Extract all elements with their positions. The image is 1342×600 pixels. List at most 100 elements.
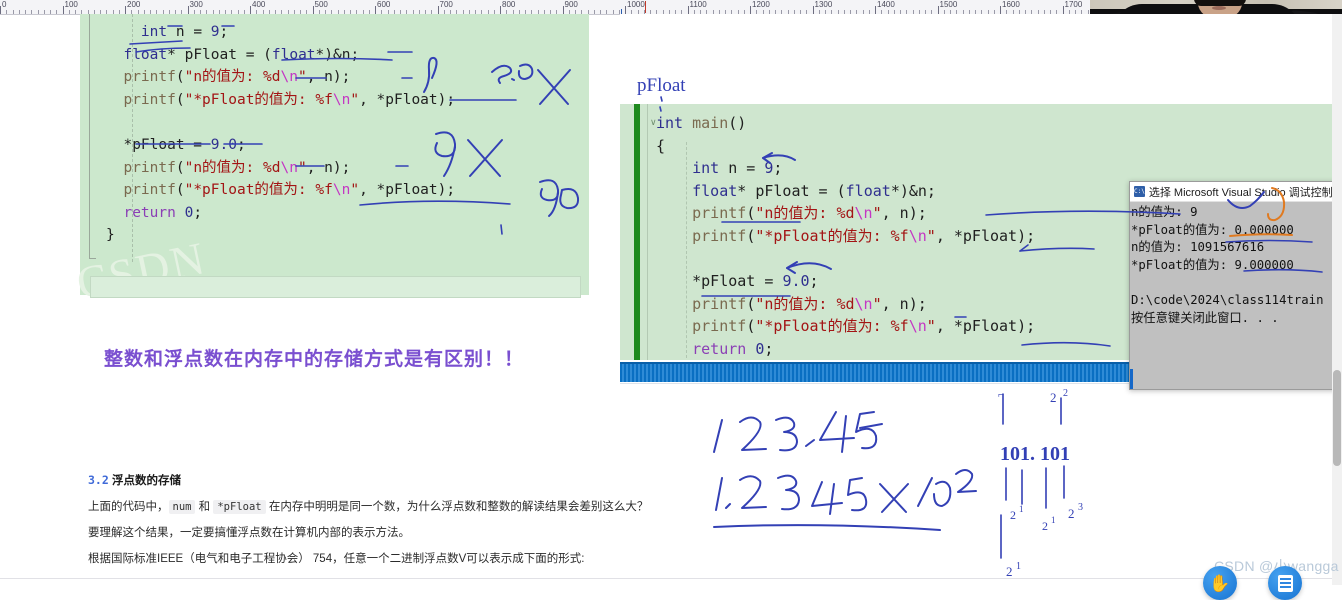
- code-line: int n = 9;: [106, 21, 228, 44]
- inline-code: num: [168, 500, 196, 514]
- ruler-label: 1100: [689, 0, 707, 9]
- code-token: , n);: [306, 159, 351, 176]
- ruler-minor-tick: [6, 10, 8, 14]
- debug-console-window[interactable]: C:\ 选择 Microsoft Visual Studio 调试控制台 n的值…: [1129, 181, 1342, 390]
- code-token: (: [175, 91, 185, 108]
- document-section: 3.2 浮点数的存储 上面的代码中， num 和 *pFloat 在内存中明明是同…: [88, 472, 728, 578]
- document-tool-icon[interactable]: [1268, 566, 1302, 600]
- ruler-label: 800: [502, 0, 516, 9]
- ruler-major-tick: [187, 6, 189, 14]
- document-paragraph: 要理解这个结果，一定要搞懂浮点数在计算机内部的表示方法。: [88, 526, 728, 540]
- ruler-minor-tick: [50, 10, 51, 14]
- code-token: n =: [167, 24, 211, 40]
- ink-pow-2-neg1-sup: 1: [1019, 504, 1024, 514]
- document-paragraph: 根据国际标准IEEE（电气和电子工程协会） 754，任意一个二进制浮点数V可以表…: [88, 552, 728, 566]
- code-token: "*pFloat的值为: %f: [755, 227, 909, 245]
- ink-pow-2-neg3: 2: [1068, 506, 1075, 521]
- code-token: ": [350, 182, 360, 199]
- hand-glyph: ✋: [1209, 573, 1231, 593]
- ruler-red-marker: [645, 1, 646, 13]
- code-line: *pFloat = 9.0;: [106, 134, 246, 157]
- paragraph-text: 根据国际标准IEEE（电气和电子工程协会） 754，任意一个二进制浮点数V可以表…: [88, 553, 585, 565]
- ink-math2-underline: [713, 524, 941, 531]
- code-token: ": [350, 91, 360, 108]
- code-token: 9.0: [210, 137, 237, 153]
- ruler-label: 100: [64, 0, 78, 9]
- console-taskbar-accent: [1130, 369, 1133, 389]
- ruler-label: 600: [377, 0, 391, 9]
- ink-pow-2-1-bottom-sup: 1: [1016, 561, 1021, 572]
- ruler-major-tick: [750, 6, 751, 14]
- ink-math2-exp2: [955, 469, 977, 493]
- ruler-minor-tick: [600, 10, 601, 14]
- code-line: printf("n的值为: %d\n", n);: [106, 157, 350, 180]
- code-line: float* pFloat = (float*)&n;: [656, 180, 936, 203]
- code-token: (: [746, 294, 756, 313]
- code-token: \n: [854, 204, 873, 223]
- cmd-icon: C:\: [1134, 186, 1145, 197]
- ruler-minor-tick: [31, 10, 33, 14]
- code-token: n =: [719, 159, 765, 178]
- ink-pow-2-neg1b: 2: [1042, 519, 1048, 533]
- left-code-input-bar[interactable]: [90, 276, 581, 298]
- ruler-minor-tick: [612, 10, 614, 14]
- code-token: float: [123, 46, 168, 63]
- ink-pow-2-neg3-sup: 3: [1078, 502, 1083, 513]
- code-token: ;: [773, 159, 783, 178]
- left-code-text[interactable]: int n = 9; float* pFloat = (float*)&n; p…: [80, 14, 589, 262]
- code-token: "*pFloat的值为: %f: [755, 317, 909, 336]
- vertical-scrollbar[interactable]: [1332, 14, 1342, 585]
- inline-code: *pFloat: [213, 500, 266, 514]
- code-token: int: [692, 159, 720, 178]
- section-number: 3.2: [88, 473, 109, 487]
- code-token: printf: [123, 91, 176, 108]
- ink-pow-2-2-top: 2: [1050, 390, 1057, 405]
- scrollbar-thumb[interactable]: [1333, 370, 1341, 466]
- code-line: printf("n的值为: %d\n", n);: [656, 293, 927, 316]
- hand-tool-icon[interactable]: ✋: [1203, 566, 1237, 600]
- code-token: \n: [908, 317, 927, 336]
- code-token: }: [106, 227, 115, 244]
- ruler-label: 400: [252, 0, 266, 9]
- code-token: {: [656, 136, 666, 155]
- ink-pow-2-neg1: 2: [1010, 508, 1016, 522]
- ink-math-4: [819, 411, 855, 453]
- ruler-minor-tick: [606, 10, 608, 14]
- code-token: \n: [280, 159, 298, 176]
- ruler-minor-tick: [12, 10, 14, 14]
- code-line: return 0;: [656, 338, 773, 361]
- section-title: 浮点数的存储: [111, 475, 181, 487]
- code-line: int main(): [656, 112, 746, 135]
- ruler-minor-tick: [68, 10, 70, 14]
- ruler-major-tick: [812, 6, 814, 14]
- code-token: ;: [236, 137, 246, 153]
- code-token: "*pFloat的值为: %f: [184, 182, 333, 199]
- ink-math-dot: [805, 439, 815, 447]
- code-token: printf: [123, 69, 176, 86]
- console-title-bar[interactable]: C:\ 选择 Microsoft Visual Studio 调试控制台: [1130, 182, 1342, 202]
- ink-pow-2-neg1b-sup: 1: [1051, 515, 1056, 525]
- ink-pow-2-2-sup: 2: [1063, 388, 1068, 399]
- code-token: ": [297, 69, 307, 86]
- ruler-minor-tick: [75, 10, 76, 14]
- code-token: * pFloat = (: [737, 181, 846, 200]
- left-code-card[interactable]: CSDN int n = 9; float* pFloat = (float*)…: [72, 14, 589, 309]
- ink-math2-times: [879, 483, 909, 513]
- ruler-label: 700: [439, 0, 453, 9]
- code-token: printf: [692, 294, 747, 313]
- code-token: \n: [332, 182, 351, 199]
- ink-math-2: [739, 416, 767, 451]
- ruler-minor-tick: [43, 10, 45, 14]
- code-token: ;: [764, 340, 774, 358]
- paragraph-text: 要理解这个结果，一定要搞懂浮点数在计算机内部的表示方法。: [88, 527, 410, 539]
- code-token: "n的值为: %d: [755, 294, 855, 313]
- webcam-mouth: [1212, 6, 1226, 10]
- code-token: "n的值为: %d: [755, 204, 855, 223]
- code-token: "n的值为: %d: [184, 159, 281, 176]
